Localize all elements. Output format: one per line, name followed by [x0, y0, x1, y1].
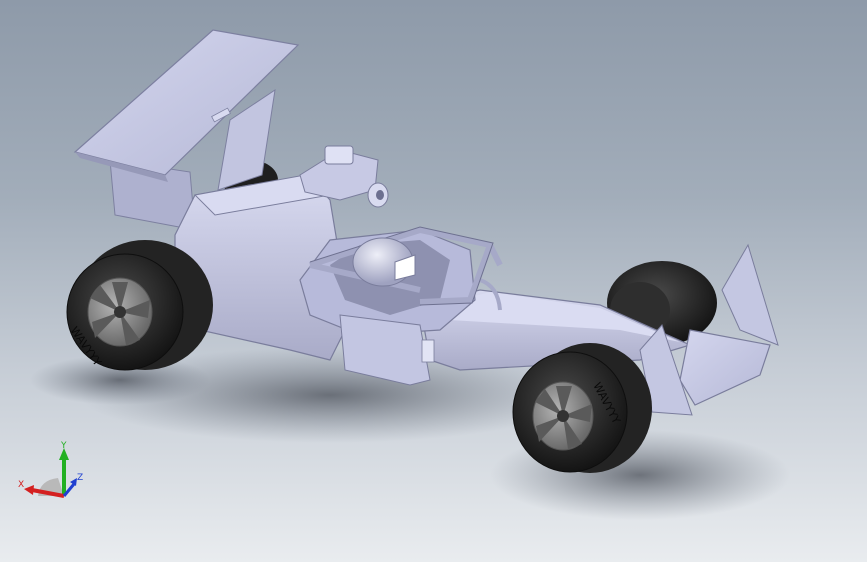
y-axis-label: Y	[60, 441, 67, 451]
graphics-viewport[interactable]: WAVYYY WAVYYY Y X Z	[0, 0, 867, 562]
race-car-model[interactable]: WAVYYY WAVYYY	[0, 0, 867, 562]
x-axis-label: X	[18, 480, 24, 490]
reference-triad: Y X Z	[18, 441, 83, 498]
z-axis-label: Z	[77, 473, 83, 483]
